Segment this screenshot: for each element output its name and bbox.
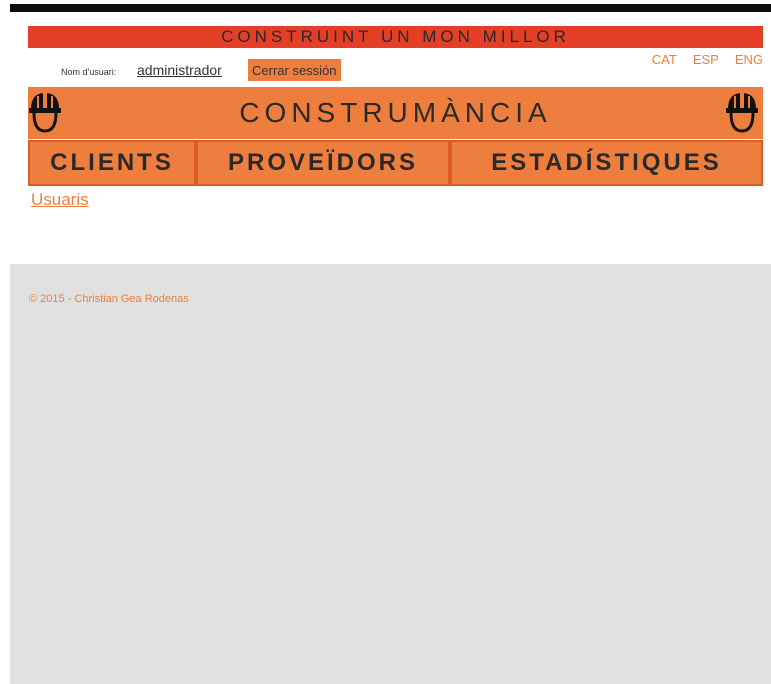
user-bar: Nom d'usuari: administrador Cerrar sessi… bbox=[28, 52, 763, 84]
username-link[interactable]: administrador bbox=[137, 62, 222, 78]
lang-esp[interactable]: ESP bbox=[693, 52, 719, 67]
brand-title: CONSTRUMÀNCIA bbox=[239, 97, 552, 128]
footer-copyright: © 2015 - Christian Gea Rodenas bbox=[29, 293, 189, 305]
brand-banner: CONSTRUMÀNCIA bbox=[28, 87, 763, 139]
helmet-icon bbox=[29, 93, 61, 133]
main-nav: CLIENTS PROVEÏDORS ESTADÍSTIQUES bbox=[28, 140, 763, 186]
nav-clients[interactable]: CLIENTS bbox=[28, 140, 196, 186]
username-label: Nom d'usuari: bbox=[61, 67, 117, 77]
footer: © 2015 - Christian Gea Rodenas bbox=[10, 264, 771, 684]
usuaris-link[interactable]: Usuaris bbox=[31, 190, 89, 210]
lang-eng[interactable]: ENG bbox=[735, 52, 763, 67]
slogan-text: CONSTRUINT UN MON MILLOR bbox=[221, 27, 570, 46]
nav-proveidors[interactable]: PROVEÏDORS bbox=[196, 140, 450, 186]
helmet-icon bbox=[726, 93, 758, 133]
logout-button[interactable]: Cerrar sessión bbox=[248, 59, 341, 81]
nav-estadistiques[interactable]: ESTADÍSTIQUES bbox=[450, 140, 763, 186]
language-selector: CAT ESP ENG bbox=[652, 52, 763, 67]
slogan-banner: CONSTRUINT UN MON MILLOR bbox=[28, 26, 763, 48]
lang-cat[interactable]: CAT bbox=[652, 52, 677, 67]
top-black-bar bbox=[10, 4, 771, 12]
